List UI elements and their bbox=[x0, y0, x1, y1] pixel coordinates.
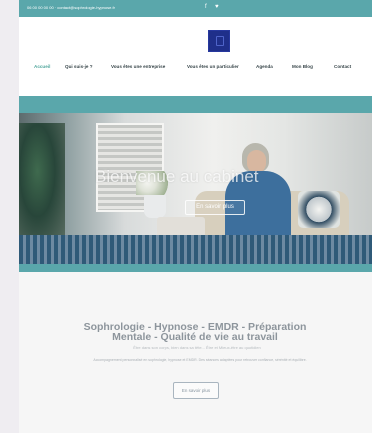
contact-info[interactable]: 06 00 00 00 00 · contact@sophrologie-hyp… bbox=[27, 5, 115, 10]
teal-divider-band bbox=[19, 96, 372, 113]
hero-plant-image bbox=[19, 123, 65, 243]
main-navigation: Accueil Qui suis-je ? Vous êtes une entr… bbox=[19, 64, 372, 157]
services-headline: Sophrologie - Hypnose - EMDR - Préparati… bbox=[83, 321, 307, 343]
nav-item-home[interactable]: Accueil bbox=[34, 64, 50, 69]
main-content-section: Sophrologie - Hypnose - EMDR - Préparati… bbox=[19, 272, 372, 433]
hero-banner bbox=[19, 113, 372, 264]
site-logo[interactable] bbox=[209, 31, 229, 51]
nav-item-blog[interactable]: Mon Blog bbox=[292, 64, 313, 69]
teal-divider-band-bottom bbox=[19, 264, 372, 272]
services-subheadline: Être dans son corps, bien dans sa tête..… bbox=[133, 345, 261, 350]
nav-item-about[interactable]: Qui suis-je ? bbox=[65, 64, 93, 69]
heart-icon[interactable]: ♥ bbox=[215, 4, 221, 10]
hero-more-button[interactable]: En savoir plus bbox=[185, 200, 245, 215]
hero-floor bbox=[19, 235, 372, 264]
nav-item-business[interactable]: Vous êtes une entreprise bbox=[111, 64, 165, 69]
website-page: 06 00 00 00 00 · contact@sophrologie-hyp… bbox=[19, 0, 372, 433]
nav-item-contact[interactable]: Contact bbox=[334, 64, 351, 69]
nav-item-agenda[interactable]: Agenda bbox=[256, 64, 273, 69]
services-description: Accompagnement personnalisé en sophrolog… bbox=[93, 358, 307, 362]
logo-mark-icon bbox=[216, 36, 224, 46]
facebook-icon[interactable]: f bbox=[205, 4, 211, 10]
hero-title: Bienvenue au cabinet bbox=[95, 167, 259, 186]
hero-pillow bbox=[298, 191, 340, 228]
nav-item-individual[interactable]: Vous êtes un particulier bbox=[187, 64, 239, 69]
top-info-bar: 06 00 00 00 00 · contact@sophrologie-hyp… bbox=[19, 0, 372, 17]
learn-more-button[interactable]: En savoir plus bbox=[173, 382, 219, 399]
